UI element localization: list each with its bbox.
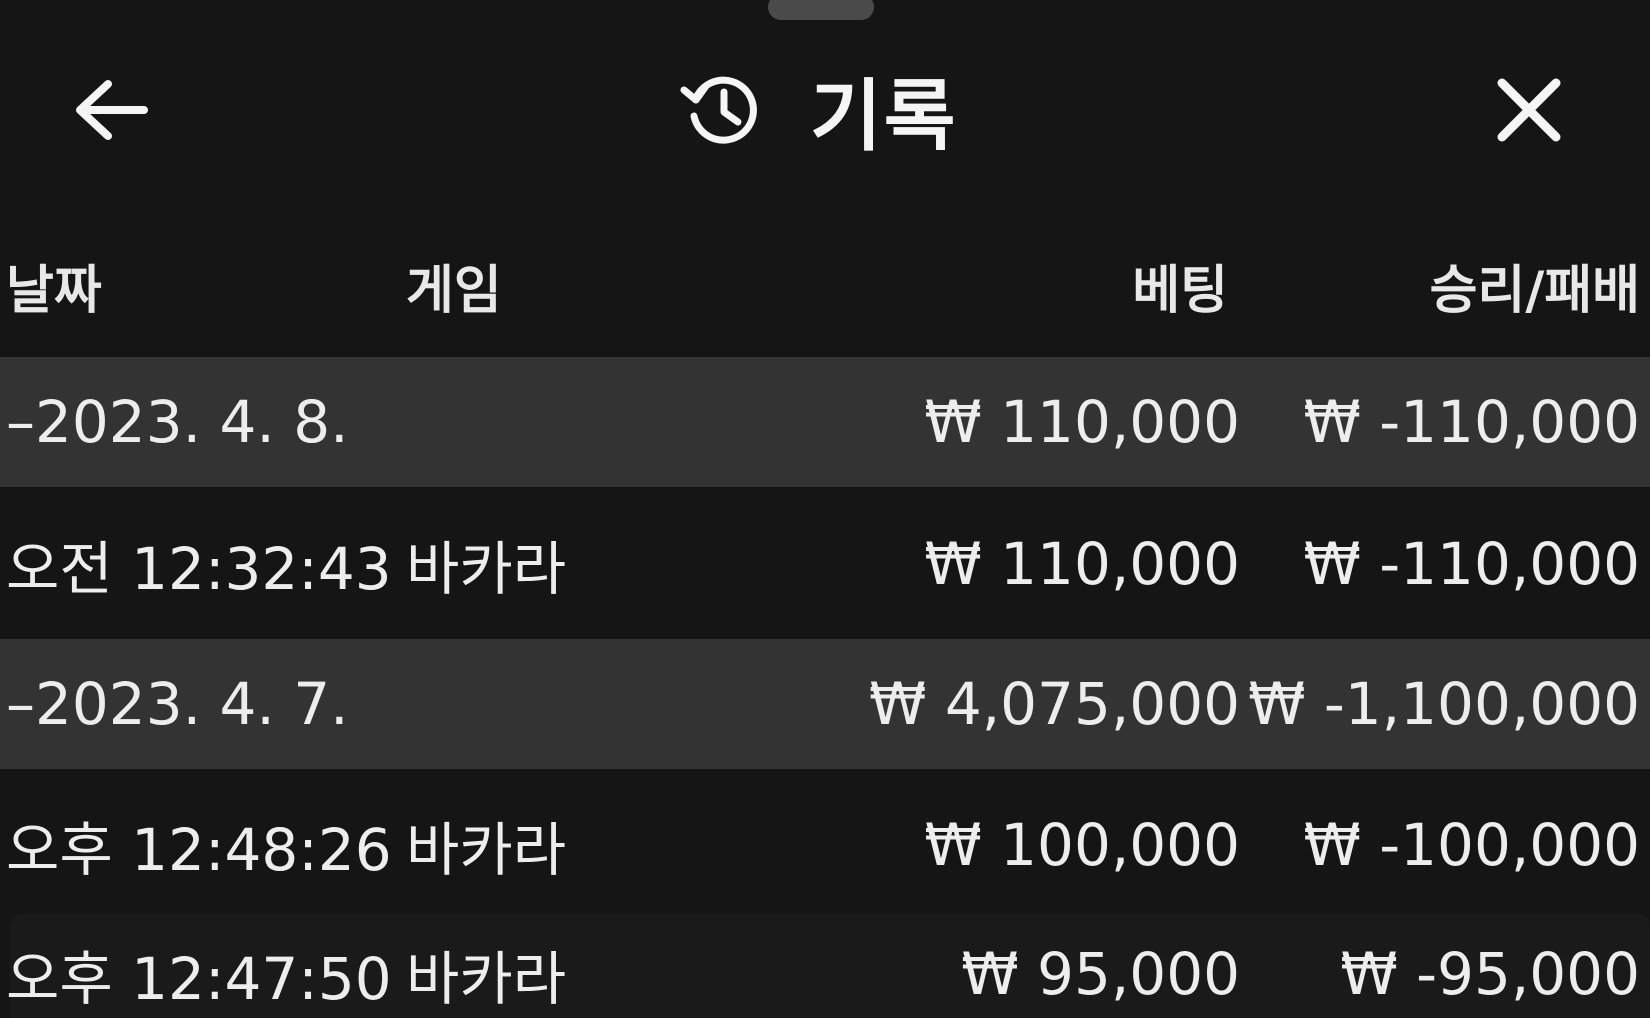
column-header-game: 게임 [406, 261, 502, 321]
result-cell: ₩ -110,000 [1303, 388, 1640, 456]
time-cell: 오후 12:48:26 [6, 816, 392, 884]
game-cell: 바카라 [406, 535, 567, 603]
time-cell: 오전 12:32:43 [6, 535, 392, 603]
column-header-result: 승리/패배 [1429, 261, 1640, 321]
date-group-row[interactable]: –2023. 4. 8. ₩ 110,000 ₩ -110,000 [0, 357, 1650, 487]
bet-cell: ₩ 100,000 [924, 811, 1240, 879]
game-cell: 바카라 [406, 945, 567, 1013]
result-cell: ₩ -110,000 [1303, 530, 1640, 598]
back-button[interactable] [66, 70, 156, 150]
drag-handle[interactable] [768, 0, 874, 20]
history-icon [680, 76, 757, 144]
arrow-left-icon [76, 80, 148, 140]
close-button[interactable] [1484, 65, 1574, 155]
bet-cell: ₩ 110,000 [924, 388, 1240, 456]
column-header-bet: 베팅 [1132, 261, 1228, 321]
date-cell: –2023. 4. 8. [6, 388, 349, 456]
bet-cell: ₩ 110,000 [924, 530, 1240, 598]
page-title-group: 기록 [680, 60, 958, 162]
result-cell: ₩ -95,000 [1340, 940, 1640, 1008]
game-cell: 바카라 [406, 816, 567, 884]
table-row[interactable]: 오후 12:47:50 바카라 ₩ 95,000 ₩ -95,000 [6, 914, 1650, 1018]
close-icon [1497, 78, 1561, 142]
column-header-date: 날짜 [6, 261, 102, 321]
header: 기록 [0, 40, 1650, 170]
date-group-row[interactable]: –2023. 4. 7. ₩ 4,075,000 ₩ -1,100,000 [0, 639, 1650, 769]
bet-cell: ₩ 95,000 [961, 940, 1240, 1008]
result-cell: ₩ -100,000 [1303, 811, 1640, 879]
table-row[interactable]: 오전 12:32:43 바카라 ₩ 110,000 ₩ -110,000 [0, 498, 1650, 630]
time-cell: 오후 12:47:50 [6, 945, 392, 1013]
table-row[interactable]: 오후 12:48:26 바카라 ₩ 100,000 ₩ -100,000 [0, 780, 1650, 910]
bet-cell: ₩ 4,075,000 [869, 670, 1240, 738]
result-cell: ₩ -1,100,000 [1248, 670, 1640, 738]
date-cell: –2023. 4. 7. [6, 670, 349, 738]
page-title: 기록 [810, 72, 958, 162]
history-screen: 기록 날짜 게임 베팅 승리/패배 –2023. 4. 8. ₩ 110,000… [0, 0, 1650, 1018]
